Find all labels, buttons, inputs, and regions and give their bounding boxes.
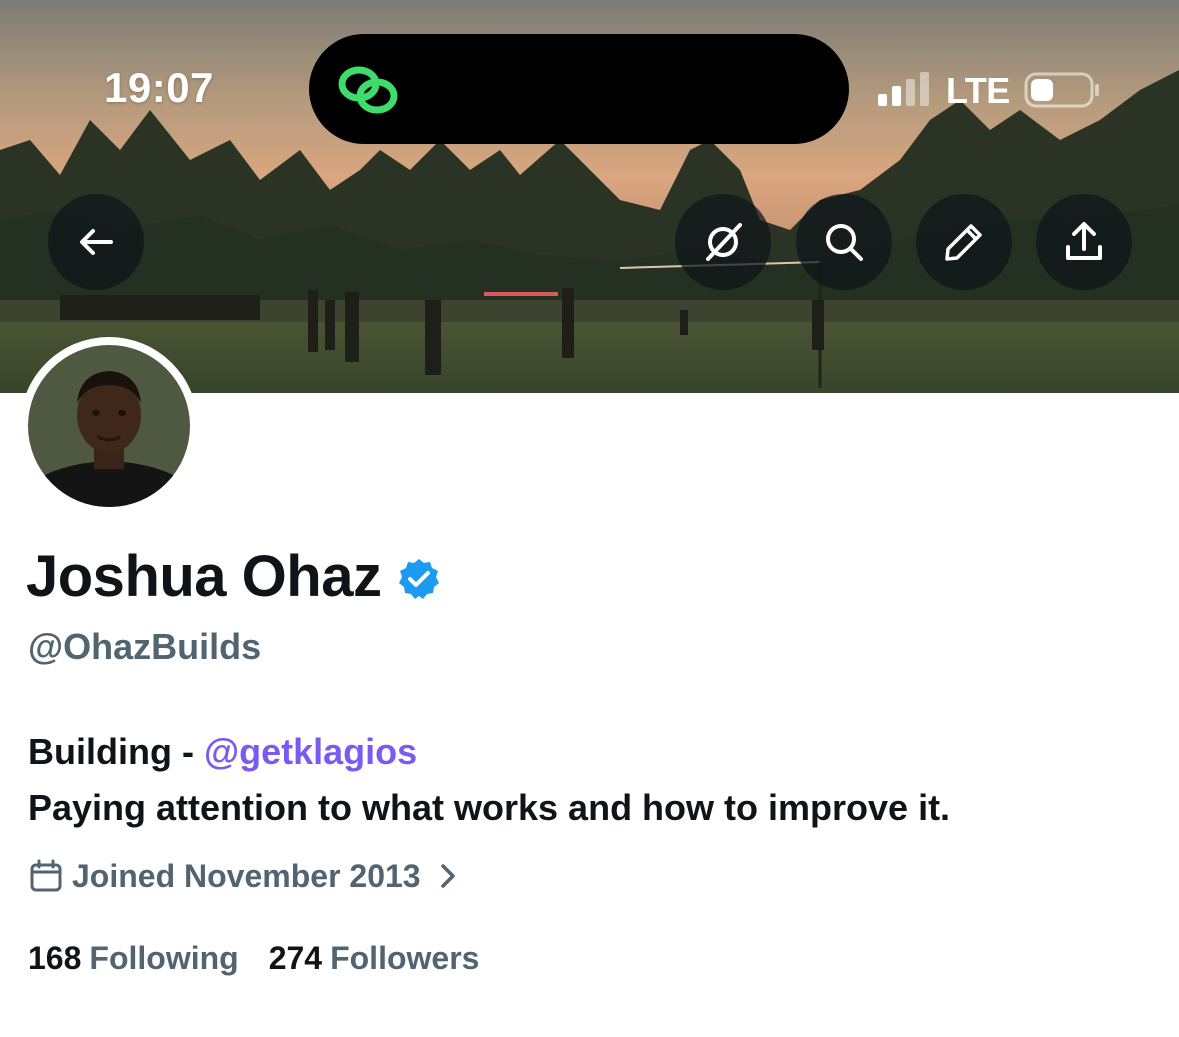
battery-icon [1024, 72, 1099, 108]
joined-date-row[interactable]: Joined November 2013 [28, 852, 461, 900]
verified-badge-icon[interactable] [397, 557, 441, 601]
followers-label: Followers [330, 940, 480, 976]
share-icon [1066, 222, 1102, 260]
arrow-left-icon [80, 229, 113, 255]
pencil-icon [945, 224, 982, 261]
name-row: Joshua Ohaz [26, 542, 441, 612]
network-label: LTE [946, 70, 1010, 111]
calendar-icon [30, 859, 62, 892]
following-link[interactable]: 168 Following [28, 940, 239, 977]
bio-line-1: Building - @getklagios [28, 724, 950, 780]
grok-button[interactable] [675, 194, 771, 290]
followers-link[interactable]: 274 Followers [269, 940, 480, 977]
bio-text: Building - [28, 731, 204, 772]
share-button[interactable] [1036, 194, 1132, 290]
user-handle: @OhazBuilds [28, 626, 262, 667]
search-button[interactable] [796, 194, 892, 290]
cellular-signal-icon [878, 72, 929, 106]
edit-button[interactable] [916, 194, 1012, 290]
chevron-right-icon [440, 864, 455, 888]
profile-banner[interactable]: 19:07 LTE [0, 0, 1179, 393]
back-button[interactable] [48, 194, 144, 290]
link-rings-icon [338, 66, 398, 114]
search-icon [826, 224, 863, 261]
avatar[interactable] [20, 337, 198, 515]
bio-mention-link[interactable]: @getklagios [204, 731, 417, 772]
status-time: 19:07 [104, 64, 214, 111]
joined-date: Joined November 2013 [72, 857, 421, 894]
bio: Building - @getklagios Paying attention … [28, 724, 950, 836]
bio-line-2: Paying attention to what works and how t… [28, 787, 951, 828]
follow-stats: 168 Following 274 Followers [28, 940, 479, 977]
display-name: Joshua Ohaz [26, 544, 382, 609]
followers-count: 274 [268, 940, 323, 976]
following-label: Following [89, 940, 239, 976]
following-count: 168 [28, 940, 82, 976]
avatar-image [28, 345, 190, 507]
grok-icon [706, 223, 742, 261]
dynamic-island[interactable] [309, 34, 849, 144]
